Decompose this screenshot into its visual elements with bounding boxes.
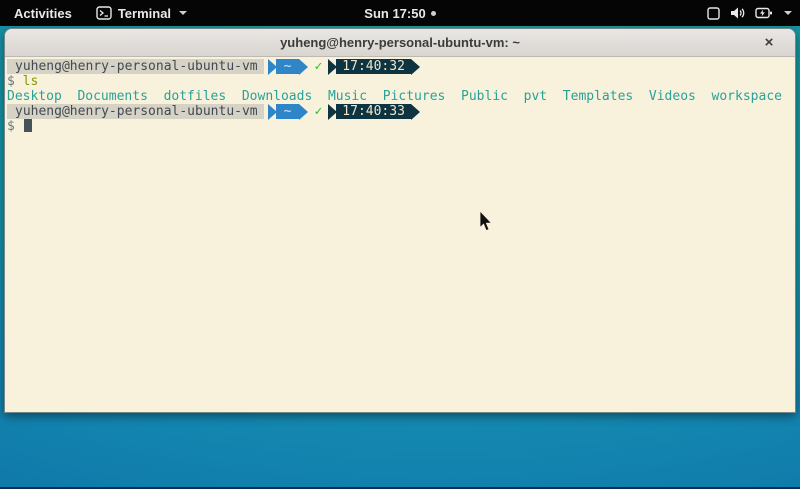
status-check-icon: ✓ [314,104,322,119]
app-menu-terminal[interactable]: Terminal [96,6,187,21]
powerline-arrow-icon [299,59,308,75]
shell-prompt-symbol: $ [7,119,15,134]
shell-prompt-symbol: $ [7,74,15,89]
powerline-arrow-icon [299,104,308,120]
volume-icon [730,6,746,20]
prompt-timestamp: 17:40:32 [336,59,411,74]
text-cursor [24,119,32,132]
terminal-icon [96,6,112,20]
app-menu-label: Terminal [118,6,171,21]
status-check-icon: ✓ [314,59,322,74]
directory-entry: Templates [563,89,633,104]
gnome-top-bar: Activities Terminal Sun 17:50 [0,0,800,26]
directory-entry: pvt [524,89,547,104]
prompt-path: ~ [276,59,300,74]
notification-dot [431,11,436,16]
prompt-line-1: yuheng@henry-personal-ubuntu-vm ~ ✓ 17:4… [7,59,795,74]
directory-entry: Pictures [383,89,446,104]
directory-entry: dotfiles [164,89,227,104]
chevron-down-icon [784,11,792,15]
directory-entry: Music [328,89,367,104]
battery-charging-icon [755,6,773,20]
directory-entry: Public [461,89,508,104]
terminal-body[interactable]: yuheng@henry-personal-ubuntu-vm ~ ✓ 17:4… [5,57,795,413]
prompt-user-host: yuheng@henry-personal-ubuntu-vm [7,59,264,74]
prompt-user-host: yuheng@henry-personal-ubuntu-vm [7,104,264,119]
input-line[interactable]: $ [7,119,795,134]
window-title-bar[interactable]: yuheng@henry-personal-ubuntu-vm: ~ × [5,29,795,57]
powerline-arrow-icon [411,104,420,120]
prompt-timestamp: 17:40:33 [336,104,411,119]
activities-button[interactable]: Activities [0,6,86,21]
typed-command: ls [23,74,39,89]
prompt-line-2: yuheng@henry-personal-ubuntu-vm ~ ✓ 17:4… [7,104,795,119]
directory-entry: Videos [649,89,696,104]
clock-button[interactable]: Sun 17:50 [364,6,435,21]
powerline-arrow-icon [411,59,420,75]
window-title: yuheng@henry-personal-ubuntu-vm: ~ [280,35,520,50]
prompt-path: ~ [276,104,300,119]
directory-entry: workspace [712,89,782,104]
directory-entry: Downloads [242,89,312,104]
screen-icon [706,6,721,21]
directory-entry: Documents [77,89,147,104]
directory-entry: Desktop [7,89,62,104]
ls-output: Desktop Documents dotfiles Downloads Mus… [7,89,795,104]
terminal-window: yuheng@henry-personal-ubuntu-vm: ~ × yuh… [4,28,796,413]
system-status-area[interactable] [706,0,792,26]
chevron-down-icon [179,11,187,15]
command-line: $ ls [7,74,795,89]
close-button[interactable]: × [759,32,779,52]
clock-label: Sun 17:50 [364,6,425,21]
